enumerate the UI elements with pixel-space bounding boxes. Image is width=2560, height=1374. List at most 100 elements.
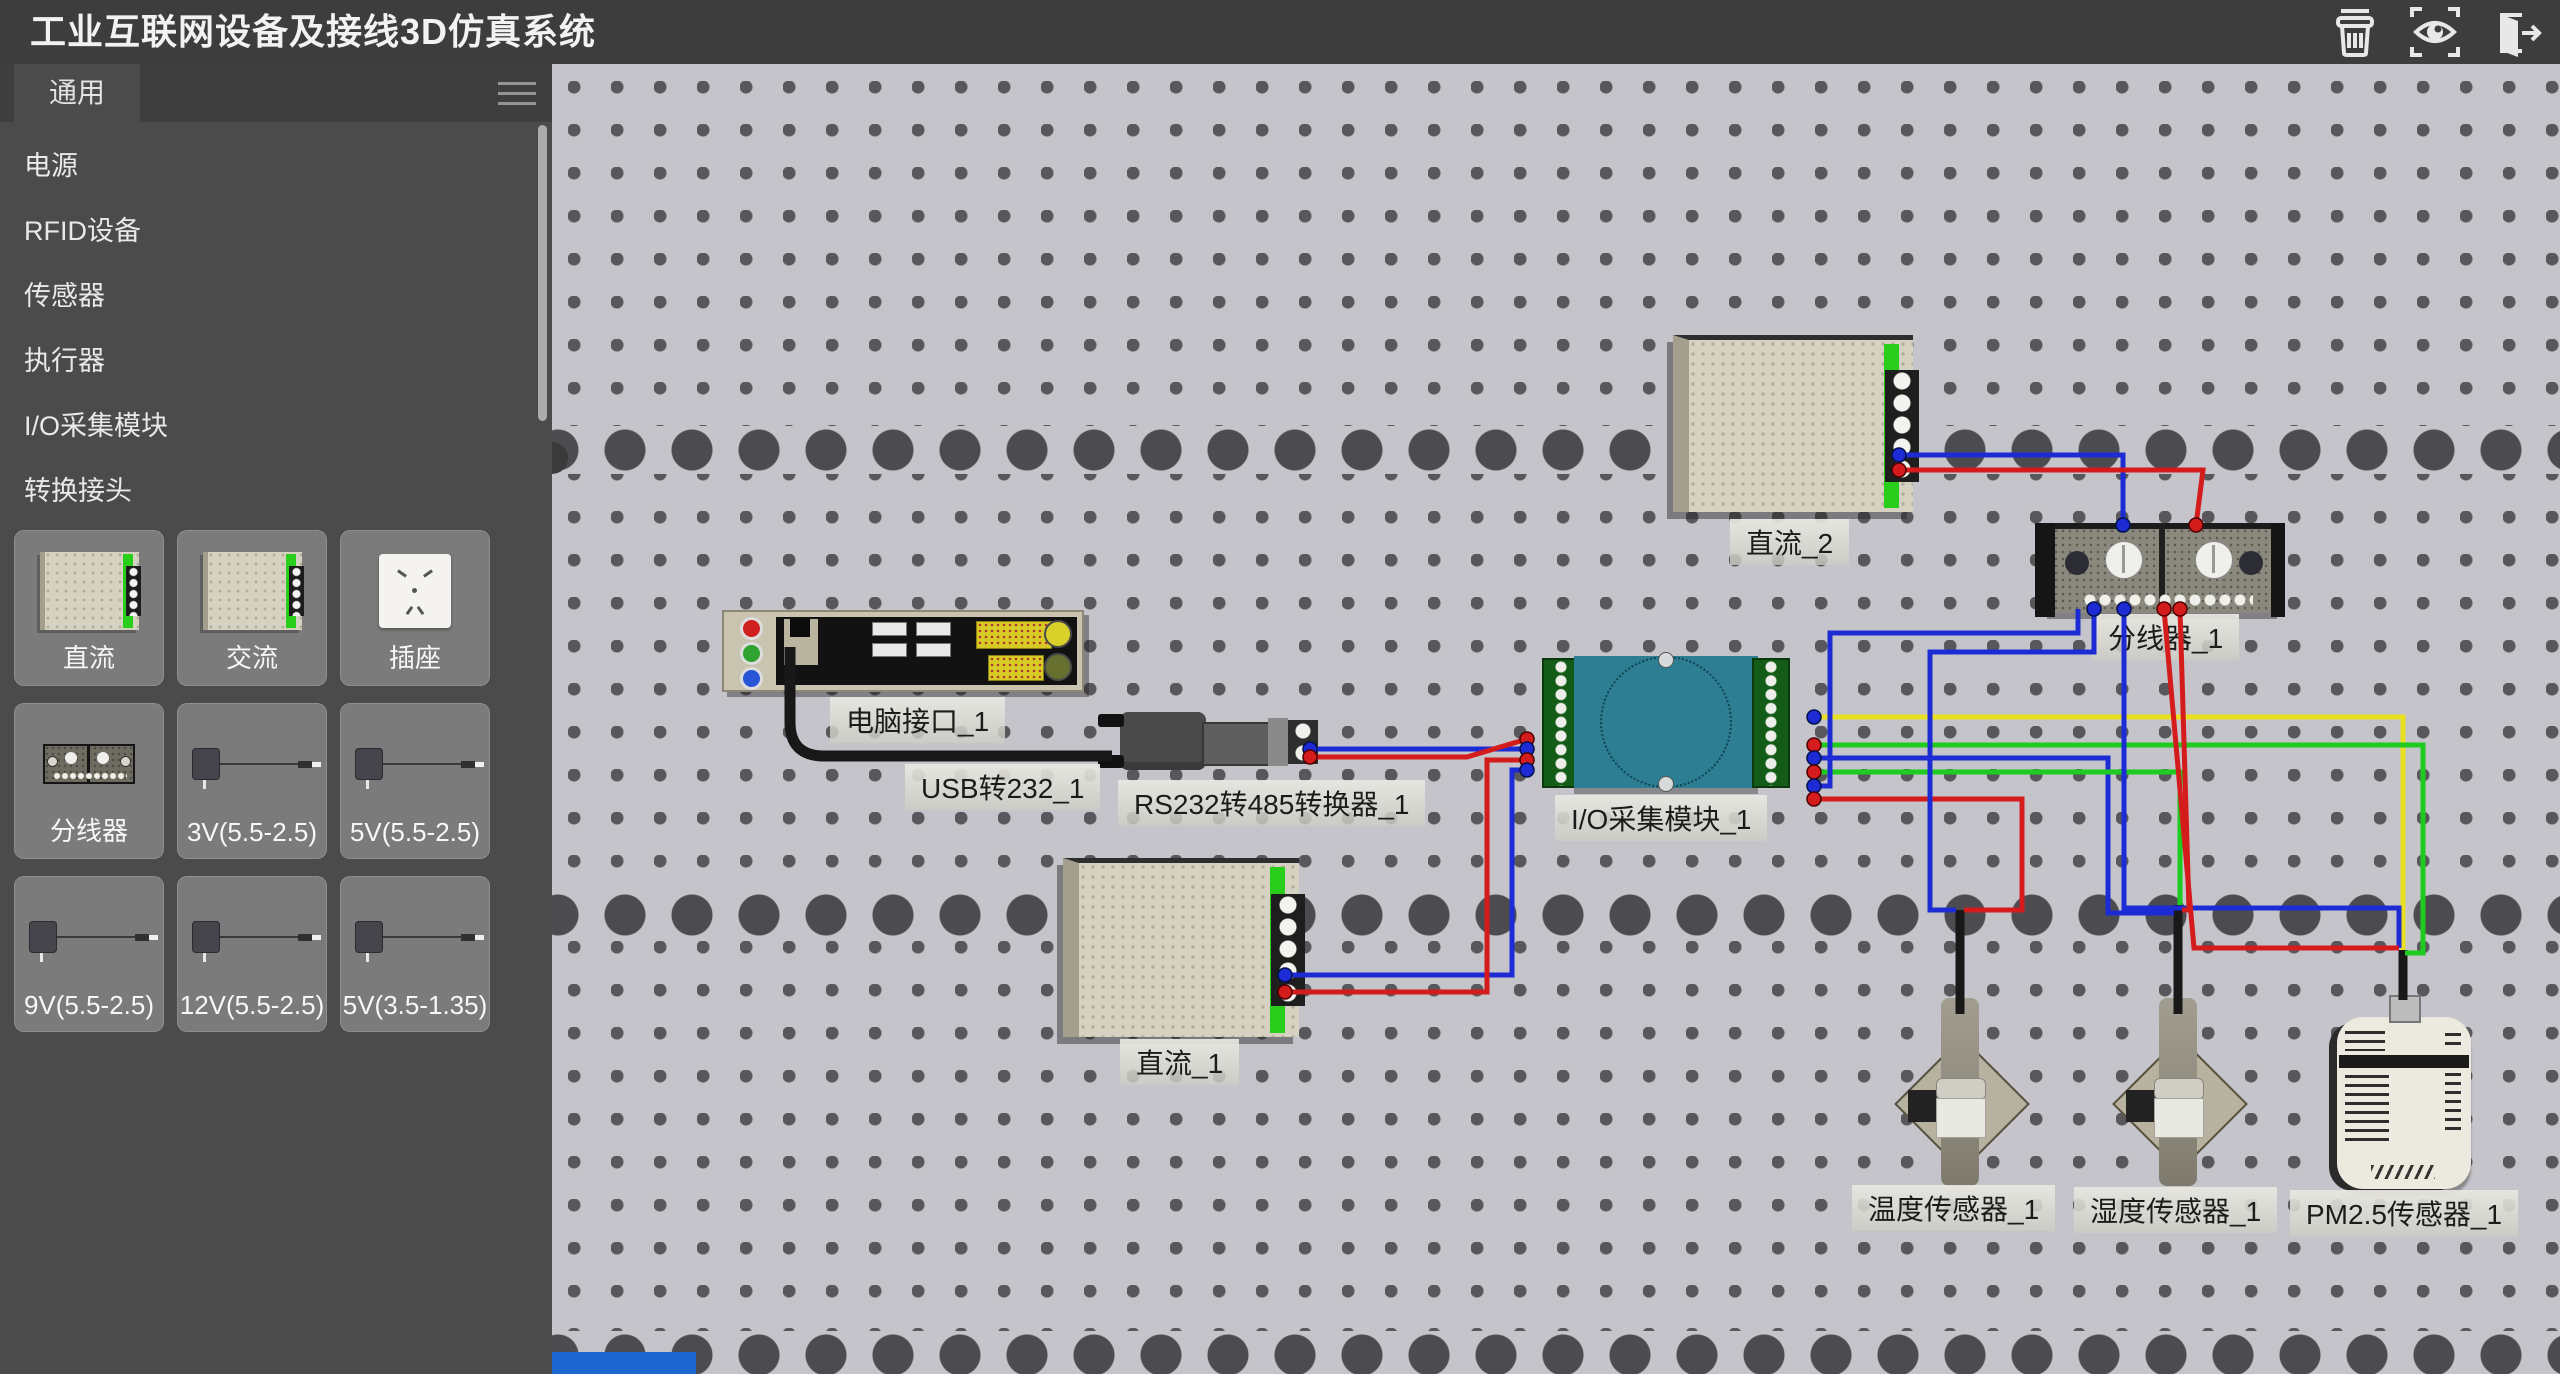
component-palette: 直流 交流 插座 分线器 xyxy=(14,530,490,1032)
vent-grille xyxy=(2345,1031,2385,1051)
pegboard-hole-row xyxy=(552,426,2560,474)
audio-jack-green xyxy=(740,642,763,665)
splitter-endcap xyxy=(2271,523,2285,617)
pegboard-canvas[interactable]: 电脑接口_1 USB转232_1 RS232转485转换器_1 I/O采集模块_… xyxy=(552,64,2560,1374)
mount-hole xyxy=(2239,551,2263,575)
device-humidity-sensor[interactable] xyxy=(2118,998,2238,1188)
splitter-terminals xyxy=(2083,593,2253,607)
device-computer-interface[interactable] xyxy=(722,610,1084,692)
wire-red xyxy=(1899,470,2203,525)
device-temperature-sensor[interactable] xyxy=(1900,998,2020,1188)
dc-terminal-block xyxy=(1271,894,1305,1006)
palette-item-5v-small[interactable]: 5V(3.5-1.35) xyxy=(340,876,490,1032)
label-io-module: I/O采集模块_1 xyxy=(1555,795,1767,841)
category-actuator[interactable]: 执行器 xyxy=(0,329,552,394)
canvas-status-bar xyxy=(552,1352,696,1374)
ps2-port-yellow xyxy=(1044,620,1072,648)
label-humidity-sensor: 湿度传感器_1 xyxy=(2074,1187,2277,1233)
adapter-thumbnail xyxy=(15,885,163,989)
connector-body xyxy=(1202,722,1270,766)
exit-icon[interactable] xyxy=(2488,5,2542,59)
screw xyxy=(1658,776,1674,792)
wire-blue xyxy=(1814,758,2174,913)
probe-band xyxy=(2154,1098,2204,1138)
delete-icon[interactable] xyxy=(2328,5,2382,59)
wire-blue xyxy=(1930,609,2094,910)
sensor-connector xyxy=(2389,995,2421,1023)
dc-terminal-block xyxy=(1885,370,1919,482)
wire-blue xyxy=(1814,609,2078,786)
usb-port xyxy=(872,643,907,657)
simulation-app: 工业互联网设备及接线3D仿真系统 xyxy=(0,0,2560,1374)
device-pm25-sensor[interactable] xyxy=(2337,1017,2471,1189)
palette-item-12v[interactable]: 12V(5.5-2.5) xyxy=(177,876,327,1032)
palette-item-splitter[interactable]: 分线器 xyxy=(14,703,164,859)
label-rs485-converter: RS232转485转换器_1 xyxy=(1118,780,1425,826)
label-temperature-sensor: 温度传感器_1 xyxy=(1852,1185,2055,1231)
adapter-thumbnail xyxy=(178,885,326,989)
category-io-module[interactable]: I/O采集模块 xyxy=(0,394,552,459)
usb-port-used xyxy=(784,619,818,665)
palette-item-5v[interactable]: 5V(5.5-2.5) xyxy=(340,703,490,859)
device-io-module[interactable] xyxy=(1542,656,1790,788)
usb-port xyxy=(872,622,907,636)
label-splitter: 分线器_1 xyxy=(2092,614,2239,660)
category-adapter[interactable]: 转换接头 xyxy=(0,459,552,524)
label-dc2: 直流_2 xyxy=(1730,519,1849,565)
device-splitter[interactable] xyxy=(2047,523,2277,613)
device-dc-supply-2[interactable] xyxy=(1673,335,1913,512)
vga-port xyxy=(988,655,1044,681)
audio-jack-blue xyxy=(740,667,763,690)
sidebar-tabstrip: 通用 xyxy=(0,64,552,122)
sidebar-scrollbar[interactable] xyxy=(538,125,547,421)
view-icon[interactable] xyxy=(2408,5,2462,59)
adapter-thumbnail xyxy=(341,712,489,816)
device-rs232-485-converter[interactable] xyxy=(1120,710,1320,774)
probe-band xyxy=(1936,1098,1986,1138)
category-sensor[interactable]: 传感器 xyxy=(0,264,552,329)
vent-hatch xyxy=(2371,1165,2435,1179)
palette-item-ac[interactable]: 交流 xyxy=(177,530,327,686)
splitter-thumbnail xyxy=(15,712,163,816)
label-usb232: USB转232_1 xyxy=(905,764,1100,810)
device-dc-supply-1[interactable] xyxy=(1063,858,1299,1037)
io-module-body xyxy=(1574,656,1758,788)
category-power[interactable]: 电源 xyxy=(0,134,552,199)
vent-grille xyxy=(2445,1073,2461,1133)
vent-grille xyxy=(2445,1033,2461,1051)
splitter-endcap xyxy=(2035,523,2055,617)
header: 工业互联网设备及接线3D仿真系统 xyxy=(0,0,2560,64)
palette-item-dc[interactable]: 直流 xyxy=(14,530,164,686)
ac-supply-thumbnail xyxy=(178,539,326,643)
component-sidebar: 通用 电源 RFID设备 传感器 执行器 I/O采集模块 转换接头 直流 xyxy=(0,64,552,1374)
mount-hole xyxy=(2065,551,2089,575)
header-toolbar xyxy=(2328,5,2542,59)
palette-item-3v[interactable]: 3V(5.5-2.5) xyxy=(177,703,327,859)
terminal-strip-right xyxy=(1752,658,1790,788)
splitter-knob xyxy=(2105,541,2143,579)
pegboard-hole-row xyxy=(552,891,2560,939)
connector-hood xyxy=(1120,712,1206,770)
splitter-knob xyxy=(2195,541,2233,579)
palette-item-9v[interactable]: 9V(5.5-2.5) xyxy=(14,876,164,1032)
io-module-circle xyxy=(1600,656,1732,788)
menu-icon[interactable] xyxy=(498,82,536,106)
adapter-thumbnail xyxy=(341,885,489,989)
app-title: 工业互联网设备及接线3D仿真系统 xyxy=(30,0,596,64)
category-menu: 电源 RFID设备 传感器 执行器 I/O采集模块 转换接头 xyxy=(0,134,552,524)
tab-general[interactable]: 通用 xyxy=(14,64,140,122)
category-rfid[interactable]: RFID设备 xyxy=(0,199,552,264)
wire-green xyxy=(1814,772,2180,905)
probe-collar xyxy=(1936,1078,1986,1100)
label-dc1: 直流_1 xyxy=(1120,1039,1239,1085)
audio-jack-red xyxy=(740,617,763,640)
screw xyxy=(1658,652,1674,668)
adapter-thumbnail xyxy=(178,712,326,816)
ps2-port-green xyxy=(1044,653,1072,681)
dvi-port xyxy=(976,621,1052,649)
dc-supply-thumbnail xyxy=(15,539,163,643)
palette-item-socket[interactable]: 插座 xyxy=(340,530,490,686)
usb-port xyxy=(916,622,951,636)
label-computer-interface: 电脑接口_1 xyxy=(830,697,1005,743)
vent-grille xyxy=(2345,1075,2389,1141)
